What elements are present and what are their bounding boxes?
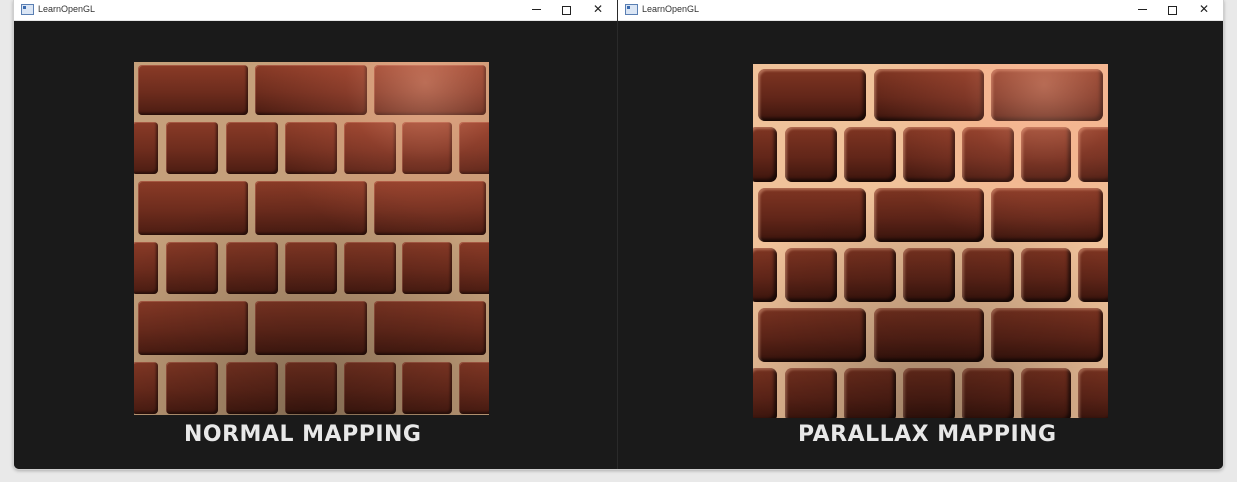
brick — [459, 242, 489, 294]
brick — [962, 368, 1014, 418]
brick — [1078, 368, 1108, 418]
brick — [344, 362, 396, 414]
brick — [903, 368, 955, 418]
close-button[interactable]: ✕ — [583, 1, 613, 18]
brick — [255, 65, 367, 115]
brick — [459, 362, 489, 414]
title-bar[interactable]: LearnOpenGL ✕ — [618, 0, 1223, 21]
brick — [285, 122, 337, 174]
brick — [166, 242, 218, 294]
minimize-button[interactable] — [1127, 1, 1157, 18]
close-icon: ✕ — [592, 2, 604, 16]
brick — [374, 65, 486, 115]
window-normal-mapping: LearnOpenGL ✕ NORMAL MAPPING — [14, 0, 617, 469]
brick — [785, 248, 837, 302]
brick — [785, 127, 837, 182]
brick — [874, 188, 984, 242]
brick — [134, 122, 158, 174]
brick — [374, 181, 486, 235]
brick — [344, 242, 396, 294]
close-button[interactable]: ✕ — [1189, 1, 1219, 18]
brick — [285, 242, 337, 294]
brick — [753, 127, 777, 182]
brick — [903, 127, 955, 182]
maximize-button[interactable] — [1157, 1, 1187, 18]
brick — [962, 127, 1014, 182]
brick — [459, 122, 489, 174]
brick — [138, 65, 248, 115]
close-icon: ✕ — [1198, 2, 1210, 16]
brick — [758, 188, 866, 242]
brick — [166, 122, 218, 174]
brick — [844, 127, 896, 182]
app-window-icon — [21, 4, 34, 15]
brick — [844, 368, 896, 418]
window-parallax-mapping: LearnOpenGL ✕ PARALLAX MAPPING — [618, 0, 1223, 469]
brick — [1078, 248, 1108, 302]
brick — [1021, 248, 1071, 302]
brick — [1078, 127, 1108, 182]
app-window-icon — [625, 4, 638, 15]
brick — [758, 69, 866, 121]
minimize-icon — [1137, 9, 1147, 10]
brick — [226, 362, 278, 414]
brick — [134, 362, 158, 414]
brick — [1021, 368, 1071, 418]
caption-normal-mapping: NORMAL MAPPING — [184, 422, 422, 447]
brick — [402, 122, 452, 174]
minimize-icon — [531, 9, 541, 10]
brick — [255, 301, 367, 355]
brick — [226, 242, 278, 294]
screenshot-frame: LearnOpenGL ✕ NORMAL MAPPING LearnOpenGL… — [13, 0, 1224, 470]
brick — [785, 368, 837, 418]
brick — [255, 181, 367, 235]
brick — [991, 308, 1103, 362]
brick — [402, 242, 452, 294]
brick — [753, 248, 777, 302]
brick-wall-normal-mapped — [134, 62, 489, 415]
minimize-button[interactable] — [521, 1, 551, 18]
brick — [753, 368, 777, 418]
maximize-icon — [1167, 5, 1177, 15]
brick — [226, 122, 278, 174]
render-viewport[interactable]: PARALLAX MAPPING — [618, 21, 1223, 469]
brick — [991, 188, 1103, 242]
brick — [138, 301, 248, 355]
brick — [758, 308, 866, 362]
render-viewport[interactable]: NORMAL MAPPING — [14, 21, 617, 469]
brick — [344, 122, 396, 174]
brick-wall-parallax-mapped — [753, 64, 1108, 418]
brick — [402, 362, 452, 414]
maximize-button[interactable] — [551, 1, 581, 18]
brick — [374, 301, 486, 355]
brick — [285, 362, 337, 414]
caption-parallax-mapping: PARALLAX MAPPING — [798, 422, 1057, 447]
brick — [991, 69, 1103, 121]
title-bar[interactable]: LearnOpenGL ✕ — [14, 0, 617, 21]
brick — [1021, 127, 1071, 182]
brick — [134, 242, 158, 294]
window-title: LearnOpenGL — [38, 4, 96, 14]
window-title: LearnOpenGL — [642, 4, 700, 14]
brick — [138, 181, 248, 235]
brick — [166, 362, 218, 414]
brick — [844, 248, 896, 302]
maximize-icon — [561, 5, 571, 15]
brick — [962, 248, 1014, 302]
brick — [874, 69, 984, 121]
brick — [903, 248, 955, 302]
brick — [874, 308, 984, 362]
